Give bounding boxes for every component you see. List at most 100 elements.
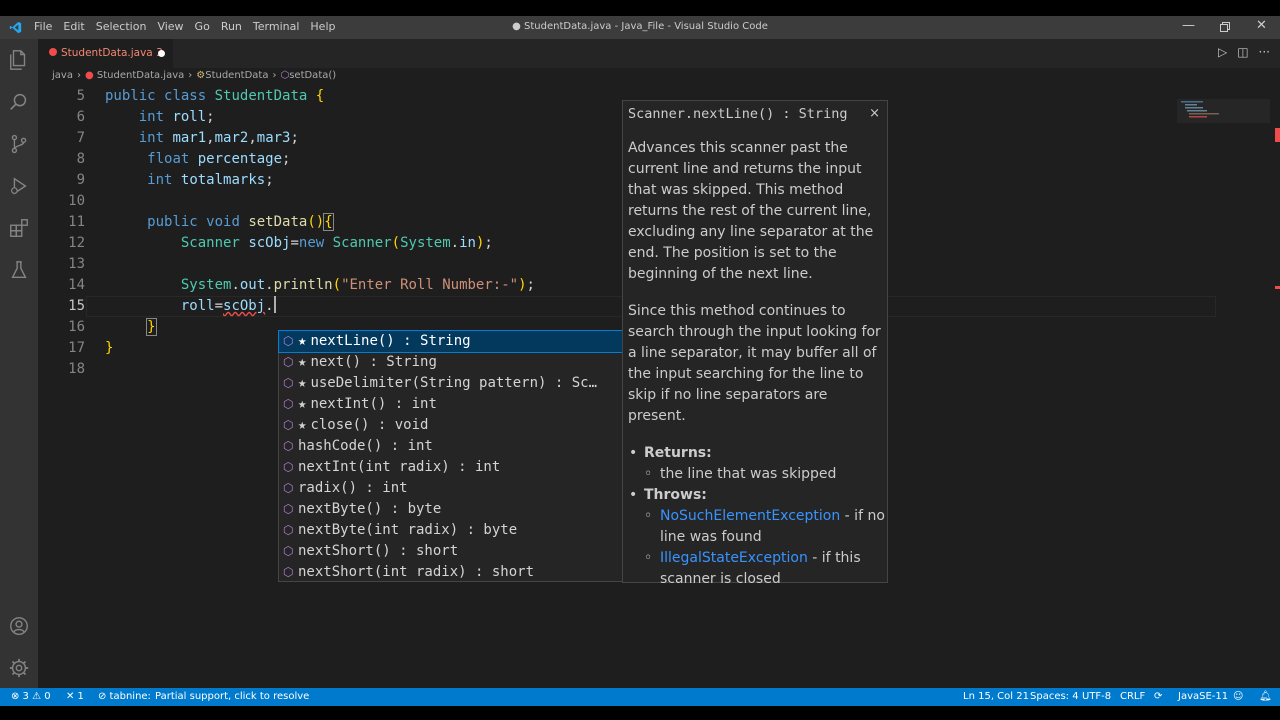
accounts-icon[interactable] [8, 615, 30, 637]
suggestion-item[interactable]: ⬡ hashCode() : int [279, 436, 623, 457]
extensions-icon[interactable] [8, 217, 30, 239]
close-icon[interactable]: × [869, 103, 880, 124]
testing-icon[interactable] [8, 259, 30, 281]
code-line: 15 roll=scObj. [38, 296, 1216, 317]
doc-paragraph: Since this method continues to search th… [628, 303, 881, 424]
partial-support-message[interactable]: Partial support, click to resolve [155, 688, 309, 706]
method-icon: ⬡ [283, 397, 294, 411]
code-line: 10 [38, 191, 1178, 212]
method-icon: ⬡ [283, 460, 294, 474]
method-icon: ⬡ [283, 544, 294, 558]
breadcrumb-item[interactable]: StudentData [205, 70, 268, 81]
method-icon: ⬡ [283, 523, 294, 537]
ports-indicator[interactable]: ✕ 1 [66, 688, 84, 706]
vscode-window: File Edit Selection View Go Run Terminal… [0, 16, 1280, 706]
suggestion-item[interactable]: ⬡ ★ nextInt() : int [279, 394, 623, 415]
end-of-line[interactable]: CRLF [1120, 688, 1145, 706]
error-marker [1275, 286, 1280, 289]
more-actions-icon[interactable]: ··· [1259, 45, 1270, 59]
suggestion-item[interactable]: ⬡ nextInt(int radix) : int [279, 457, 623, 478]
java-file-icon [49, 48, 57, 56]
throws-item: IllegalStateException - if this scanner … [628, 548, 886, 590]
source-control-icon[interactable] [8, 133, 30, 155]
code-text: float percentage; [147, 151, 291, 167]
restore-icon[interactable] [1220, 22, 1230, 32]
line-number: 14 [68, 277, 85, 293]
tab-studentdata-java[interactable]: StudentData.java 3 [38, 39, 173, 68]
code-text: public void setData(){ [147, 213, 334, 231]
java-version[interactable]: JavaSE-11 [1178, 688, 1228, 706]
breadcrumb: java › ● StudentData.java › ⚙StudentData › ⬡se… [38, 68, 1280, 86]
run-icon[interactable]: ▷ [1218, 45, 1227, 59]
notifications-icon[interactable]: 🔔︎ [1259, 688, 1272, 706]
line-number: 10 [68, 193, 85, 209]
line-number: 17 [68, 340, 85, 356]
line-number: 9 [76, 172, 85, 188]
settings-gear-icon[interactable] [8, 657, 30, 679]
code-text: int mar1,mar2,mar3; [138, 130, 299, 146]
method-icon: ⬡ [283, 355, 294, 369]
code-text: Scanner scObj=new Scanner(System.in); [180, 235, 493, 251]
suggestion-item[interactable]: ⬡ nextByte(int radix) : byte [279, 520, 623, 541]
exception-link[interactable]: IllegalStateException [660, 550, 808, 566]
indentation[interactable]: Spaces: 4 [1030, 688, 1079, 706]
close-window-icon[interactable]: ✕ [1256, 18, 1267, 33]
suggestion-item[interactable]: ⬡ ★ next() : String [279, 352, 623, 373]
exception-link[interactable]: NoSuchElementException [660, 508, 840, 524]
code-line: 6 int roll; [38, 107, 1178, 128]
unsaved-dot-icon[interactable] [158, 50, 165, 57]
returns-value: the line that was skipped [628, 464, 886, 485]
code-line: 12 Scanner scObj=new Scanner(System.in); [38, 233, 1178, 254]
tabs-bar: StudentData.java 3 ▷ ◫ ··· [38, 39, 1280, 68]
line-number: 7 [76, 130, 85, 146]
tabnine-indicator[interactable]: ⊘ tabnine: [98, 688, 151, 706]
method-icon: ⬡ [283, 481, 294, 495]
code-line: 5 public class StudentData { [38, 86, 1178, 107]
doc-paragraph: Advances this scanner past the current l… [628, 140, 874, 282]
star-icon: ★ [298, 333, 307, 349]
suggestion-item[interactable]: ⬡ nextShort(int radix) : short [279, 562, 623, 583]
split-editor-icon[interactable]: ◫ [1237, 45, 1248, 59]
line-number: 5 [76, 88, 85, 104]
title-bar: File Edit Selection View Go Run Terminal… [0, 16, 1280, 39]
search-icon[interactable] [8, 91, 30, 113]
problems-indicator[interactable]: ⊗ 3 ⚠ 0 [11, 688, 51, 706]
class-icon: ⚙ [196, 70, 206, 81]
cursor-position[interactable]: Ln 15, Col 21 [963, 688, 1029, 706]
code-line: 11 public void setData(){ [38, 212, 1178, 233]
run-debug-icon[interactable] [8, 175, 30, 197]
text-cursor [273, 296, 276, 313]
explorer-icon[interactable] [8, 49, 30, 71]
minimap[interactable] [1177, 99, 1272, 129]
java-status-icon[interactable]: ⟳ [1154, 688, 1162, 706]
method-icon: ⬡ [283, 334, 294, 348]
feedback-icon[interactable]: ☺ [1233, 688, 1243, 706]
error-marker [1275, 128, 1280, 142]
line-number: 11 [68, 214, 85, 230]
suggestion-item[interactable]: ⬡ radix() : int [279, 478, 623, 499]
breadcrumb-item[interactable]: StudentData.java [97, 70, 184, 81]
suggestion-item[interactable]: ⬡ nextShort() : short [279, 541, 623, 562]
encoding[interactable]: UTF-8 [1082, 688, 1111, 706]
code-line: 7 int mar1,mar2,mar3; [38, 128, 1178, 149]
suggestion-item[interactable]: ⬡ ★ nextLine() : String [278, 330, 624, 353]
suggestion-item[interactable]: ⬡ ★ useDelimiter(String pattern) : Sc… [279, 373, 623, 394]
suggestion-item[interactable]: ⬡ ★ close() : void [279, 415, 623, 436]
method-icon: ⬡ [283, 376, 294, 390]
suggestion-item[interactable]: ⬡ nextByte() : byte [279, 499, 623, 520]
breadcrumb-item[interactable]: java [52, 70, 73, 81]
code-line: 13 [38, 254, 1178, 275]
throws-item: NoSuchElementException - if no line was … [628, 506, 886, 548]
returns-heading: Returns: [628, 443, 886, 464]
documentation-body: Advances this scanner past the current l… [628, 138, 886, 590]
line-number: 8 [76, 151, 85, 167]
editor-scrollbar[interactable] [1270, 86, 1280, 688]
editor-actions: ▷ ◫ ··· [1218, 45, 1270, 59]
minimize-icon[interactable]: — [1182, 18, 1195, 33]
line-number: 13 [68, 256, 85, 272]
star-icon: ★ [298, 396, 307, 412]
breadcrumb-item[interactable]: setData() [289, 70, 336, 81]
line-number: 12 [68, 235, 85, 251]
method-icon: ⬡ [283, 418, 294, 432]
method-icon: ⬡ [280, 70, 290, 81]
